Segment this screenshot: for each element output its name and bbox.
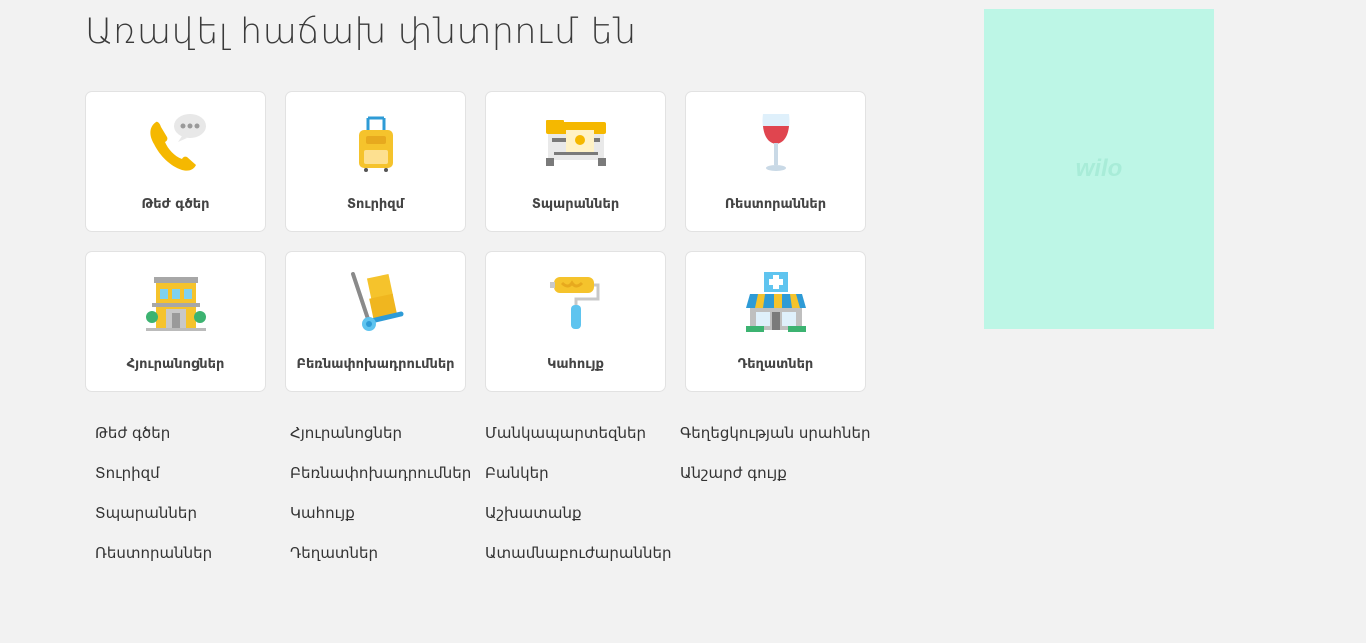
link-kindergartens[interactable]: Մանկապարտեզներ (485, 423, 680, 463)
links-column: Գեղեցկության սրահներ Անշարժ գույք (680, 423, 880, 583)
link-pharmacies[interactable]: Դեղատներ (290, 543, 485, 583)
category-card-hotlines[interactable]: Թեժ գծեր (85, 91, 266, 232)
page-title: Առավել հաճախ փնտրում են (85, 12, 637, 52)
pharmacy-icon (741, 270, 811, 336)
link-jobs[interactable]: Աշխատանք (485, 503, 680, 543)
link-freight[interactable]: Բեռնափոխադրումներ (290, 463, 485, 503)
category-label: Դեղատներ (737, 357, 814, 372)
wine-glass-icon (741, 110, 811, 176)
paint-roller-icon (541, 270, 611, 336)
ad-logo: wilo (1075, 155, 1123, 182)
category-card-tourism[interactable]: Տուրիզմ (285, 91, 466, 232)
phone-icon (141, 110, 211, 176)
popular-links: Թեժ գծեր Տուրիզմ Տպարաններ Ռեստորաններ Հ… (95, 423, 880, 583)
link-beauty-salons[interactable]: Գեղեցկության սրահներ (680, 423, 880, 463)
hand-truck-icon (341, 270, 411, 336)
category-card-restaurants[interactable]: Ռեստորաններ (685, 91, 866, 232)
category-cards: Թեժ գծեր Տուրիզմ Տպարաններ Ռեստորաններ Հ… (85, 91, 866, 392)
link-furniture[interactable]: Կահույք (290, 503, 485, 543)
link-hotlines[interactable]: Թեժ գծեր (95, 423, 290, 463)
link-dentists[interactable]: Ատամնաբուժարաններ (485, 543, 680, 583)
printer-icon (541, 110, 611, 176)
category-label: Բեռնափոխադրումներ (296, 357, 455, 372)
category-label: Տուրիզմ (346, 197, 405, 212)
suitcase-icon (341, 110, 411, 176)
category-label: Թեժ գծեր (141, 197, 210, 212)
category-card-hotels[interactable]: Հյուրանոցներ (85, 251, 266, 392)
link-tourism[interactable]: Տուրիզմ (95, 463, 290, 503)
link-restaurants[interactable]: Ռեստորաններ (95, 543, 290, 583)
category-card-pharmacies[interactable]: Դեղատներ (685, 251, 866, 392)
hotel-icon (141, 270, 211, 336)
category-card-printing[interactable]: Տպարաններ (485, 91, 666, 232)
category-card-freight[interactable]: Բեռնափոխադրումներ (285, 251, 466, 392)
links-column: Թեժ գծեր Տուրիզմ Տպարաններ Ռեստորաններ (95, 423, 290, 583)
category-label: Կահույք (547, 357, 604, 372)
link-hotels[interactable]: Հյուրանոցներ (290, 423, 485, 463)
category-label: Ռեստորաններ (724, 197, 827, 212)
links-column: Հյուրանոցներ Բեռնափոխադրումներ Կահույք Դ… (290, 423, 485, 583)
link-printing[interactable]: Տպարաններ (95, 503, 290, 543)
link-banks[interactable]: Բանկեր (485, 463, 680, 503)
advertisement-banner[interactable]: wilo (984, 9, 1214, 329)
category-label: Հյուրանոցներ (126, 357, 225, 372)
category-card-furniture[interactable]: Կահույք (485, 251, 666, 392)
category-label: Տպարաններ (531, 197, 620, 212)
links-column: Մանկապարտեզներ Բանկեր Աշխատանք Ատամնաբու… (485, 423, 680, 583)
link-real-estate[interactable]: Անշարժ գույք (680, 463, 880, 503)
